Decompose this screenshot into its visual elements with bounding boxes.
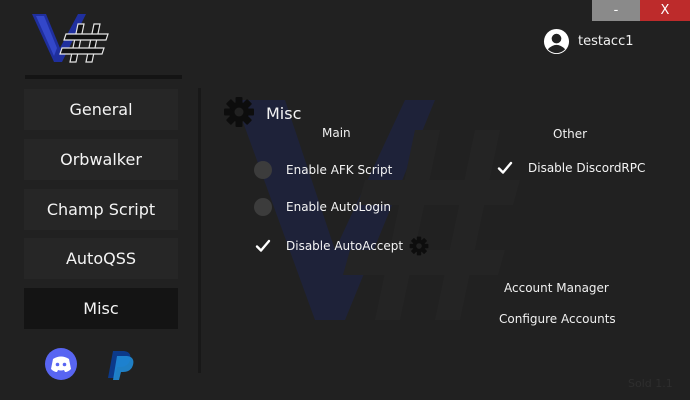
- disable-autoaccept-checkbox[interactable]: [254, 237, 272, 255]
- username-label: testacc1: [578, 34, 634, 49]
- enable-autologin-label: Enable AutoLogin: [286, 200, 391, 214]
- checkmark-icon: [255, 239, 271, 252]
- gear-icon: [224, 97, 254, 127]
- logo-divider: [25, 75, 182, 79]
- sidebar-divider: [198, 88, 201, 373]
- enable-afk-script-option[interactable]: Enable AFK Script: [254, 161, 392, 179]
- enable-autologin-checkbox[interactable]: [254, 198, 272, 216]
- minimize-button[interactable]: -: [592, 0, 640, 21]
- close-button[interactable]: X: [640, 0, 690, 21]
- user-info[interactable]: testacc1: [543, 28, 634, 55]
- paypal-icon[interactable]: [104, 347, 138, 381]
- sidebar-item-autoqss[interactable]: AutoQSS: [24, 238, 178, 279]
- disable-discordrpc-label: Disable DiscordRPC: [528, 161, 646, 175]
- disable-autoaccept-label: Disable AutoAccept: [286, 239, 404, 253]
- disable-discordrpc-option[interactable]: Disable DiscordRPC: [496, 159, 645, 177]
- enable-afk-script-label: Enable AFK Script: [286, 163, 393, 177]
- sidebar-item-misc[interactable]: Misc: [24, 288, 178, 329]
- checkmark-icon: [497, 161, 513, 174]
- other-column-heading: Other: [553, 127, 588, 141]
- sidebar-item-orbwalker[interactable]: Orbwalker: [24, 139, 178, 180]
- account-manager-button[interactable]: Account Manager: [504, 281, 609, 295]
- autoaccept-settings-gear-icon[interactable]: [409, 236, 429, 256]
- user-circle-icon: [543, 28, 570, 55]
- sidebar-item-champ-script[interactable]: Champ Script: [24, 189, 178, 230]
- configure-accounts-button[interactable]: Configure Accounts: [499, 312, 616, 326]
- disable-discordrpc-checkbox[interactable]: [496, 159, 514, 177]
- enable-autologin-option[interactable]: Enable AutoLogin: [254, 198, 391, 216]
- section-title: Misc: [266, 104, 302, 123]
- discord-icon[interactable]: [44, 347, 78, 381]
- main-column-heading: Main: [322, 126, 351, 140]
- logo: [32, 14, 109, 63]
- version-footer: Sold 1.1: [628, 377, 673, 390]
- sidebar-item-general[interactable]: General: [24, 89, 178, 130]
- disable-autoaccept-option[interactable]: Disable AutoAccept: [254, 236, 429, 256]
- enable-afk-script-checkbox[interactable]: [254, 161, 272, 179]
